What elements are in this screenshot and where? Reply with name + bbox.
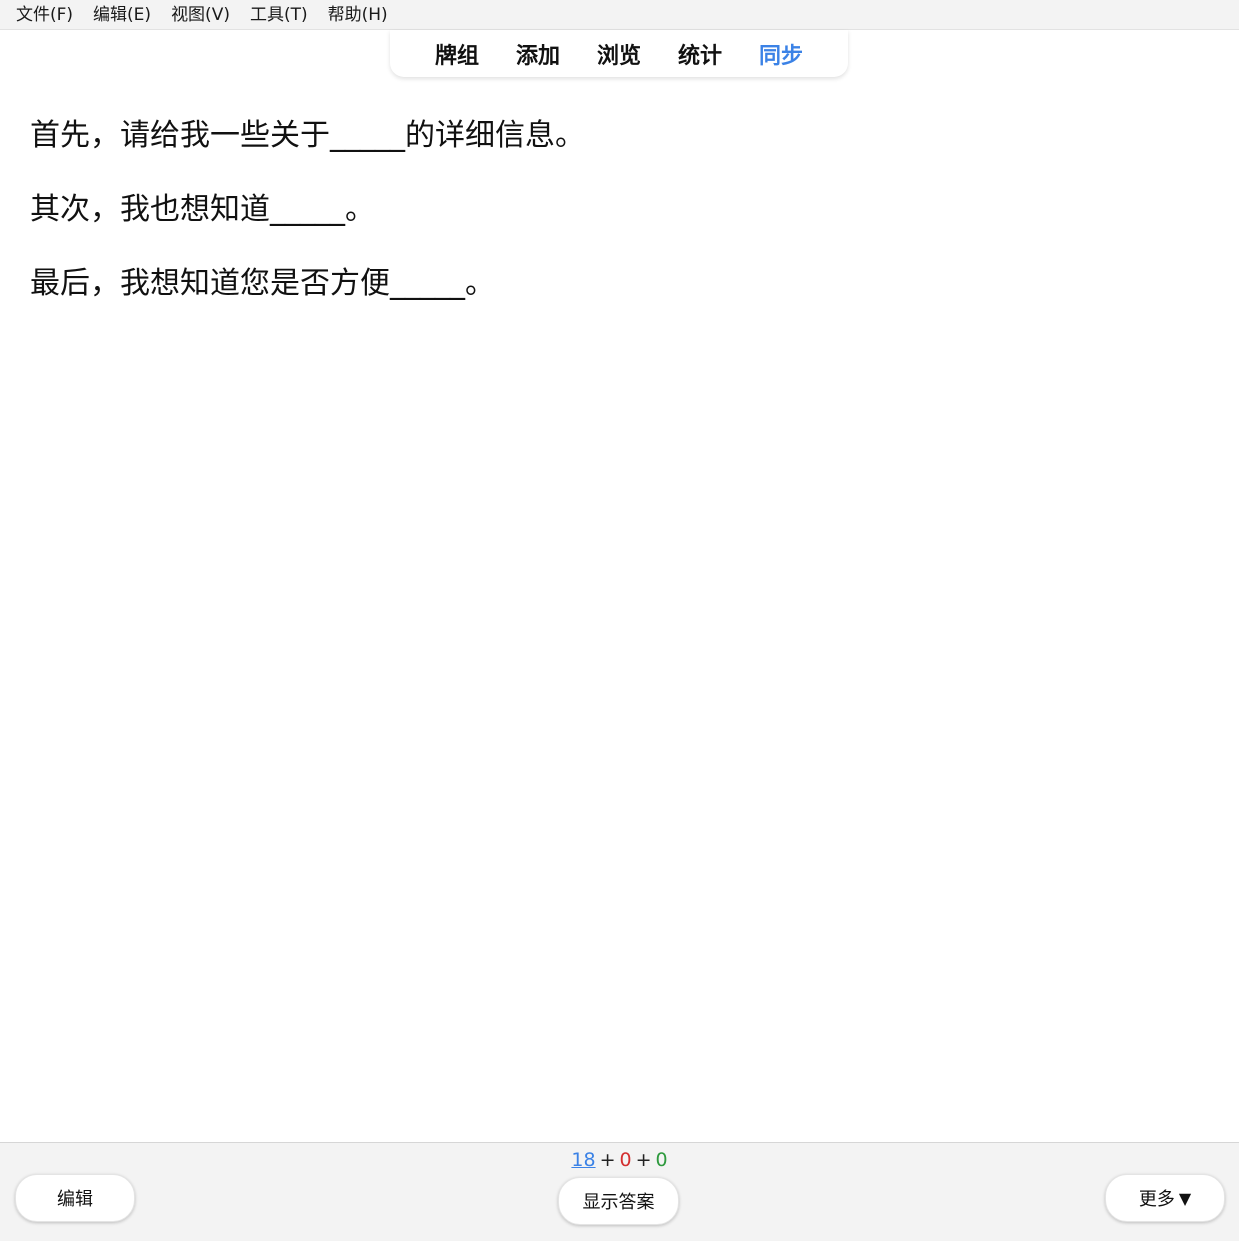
card-line-2: 其次，我也想知道_____。 [30,192,375,227]
menu-help[interactable]: 帮助(H) [318,0,398,30]
main-toolbar: 牌组 添加 浏览 统计 同步 [390,30,848,77]
more-button[interactable]: 更多 ▼ [1105,1174,1225,1222]
card-counts: 18 +0 +0 [0,1149,1239,1171]
edit-button-label: 编辑 [57,1189,93,1210]
count-separator: + [599,1149,616,1171]
caret-down-icon: ▼ [1178,1188,1192,1208]
review-bottom-bar: 18 +0 +0 编辑 显示答案 更多 ▼ [0,1142,1239,1241]
count-separator: + [635,1149,652,1171]
show-answer-button[interactable]: 显示答案 [558,1177,679,1225]
count-new[interactable]: 18 [571,1149,595,1171]
card-content: 首先，请给我一些关于_____的详细信息。 其次，我也想知道_____。 最后，… [30,110,1210,332]
count-review: 0 [655,1149,668,1171]
toolbar-stats[interactable]: 统计 [678,38,722,70]
menu-tools[interactable]: 工具(T) [240,0,318,30]
more-button-label: 更多 [1138,1189,1175,1210]
card-line-1: 首先，请给我一些关于_____的详细信息。 [30,118,585,153]
toolbar-decks[interactable]: 牌组 [435,38,479,70]
menu-view[interactable]: 视图(V) [161,0,240,30]
menu-bar: 文件(F) 编辑(E) 视图(V) 工具(T) 帮助(H) [0,0,1239,30]
count-learning: 0 [619,1149,632,1171]
card-line-3: 最后，我想知道您是否方便_____。 [30,266,495,301]
menu-file[interactable]: 文件(F) [6,0,83,30]
menu-edit[interactable]: 编辑(E) [83,0,161,30]
show-answer-label: 显示答案 [582,1192,655,1213]
toolbar-add[interactable]: 添加 [516,38,560,70]
toolbar-sync[interactable]: 同步 [759,38,803,70]
toolbar-browse[interactable]: 浏览 [597,38,641,70]
edit-button[interactable]: 编辑 [15,1174,135,1222]
